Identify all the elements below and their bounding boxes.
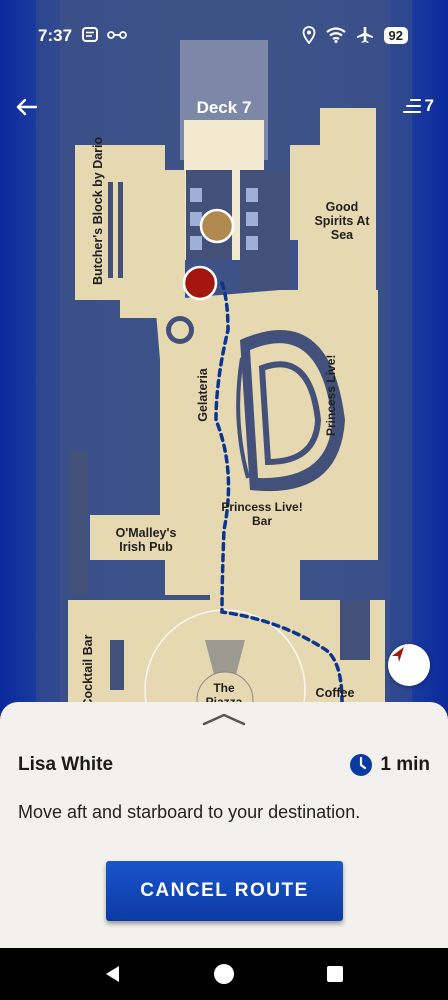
destination-person-name: Lisa White: [18, 754, 114, 775]
deck-layers-icon: [402, 99, 421, 113]
eta: 1 min: [349, 753, 430, 777]
map-label-butchers-block[interactable]: Butcher's Block by Dario: [91, 137, 105, 285]
map-label-cocktail-bar[interactable]: Cocktail Bar: [81, 631, 95, 711]
route-bottom-sheet: Lisa White 1 min Move aft and starboard …: [0, 702, 448, 948]
destination-marker[interactable]: [199, 208, 235, 244]
map-header: Deck 7 7: [0, 90, 448, 126]
map-label-coffee[interactable]: Coffee: [310, 686, 360, 700]
map-label-princess-live-bar[interactable]: Princess Live! Bar: [214, 500, 310, 528]
map-label-gelateria[interactable]: Gelateria: [196, 362, 210, 428]
map-label-good-spirits[interactable]: Good Spirits At Sea: [310, 200, 374, 242]
message-icon: [82, 27, 98, 42]
nav-back-icon[interactable]: [104, 965, 122, 983]
nav-recents-icon[interactable]: [327, 966, 343, 982]
wifi-icon: [325, 27, 346, 43]
airplane-icon: [356, 27, 373, 43]
location-icon: [302, 26, 315, 44]
eta-text: 1 min: [380, 754, 430, 775]
cancel-route-button[interactable]: CANCEL ROUTE: [106, 861, 343, 921]
system-nav-bar: [0, 948, 448, 1000]
status-bar: 7:37 92: [0, 0, 448, 70]
navigation-arrow-icon: [392, 647, 404, 662]
route-instruction: Move aft and starboard to your destinati…: [18, 802, 361, 822]
map-label-omalleys[interactable]: O'Malley's Irish Pub: [106, 526, 186, 554]
map-label-princess-live[interactable]: Princess Live!: [324, 355, 338, 436]
recenter-button[interactable]: [388, 644, 430, 686]
clock-icon: [350, 754, 373, 776]
deck-title: Deck 7: [196, 98, 252, 117]
current-location-marker[interactable]: [182, 265, 218, 301]
status-time: 7:37: [38, 26, 73, 45]
nav-home-icon[interactable]: [214, 964, 234, 984]
chevron-up-icon[interactable]: [202, 712, 246, 726]
deck-selector-button[interactable]: 7: [402, 96, 434, 116]
deck-number: 7: [424, 96, 434, 115]
battery-level: 92: [383, 26, 408, 44]
link-icon: [107, 31, 127, 39]
